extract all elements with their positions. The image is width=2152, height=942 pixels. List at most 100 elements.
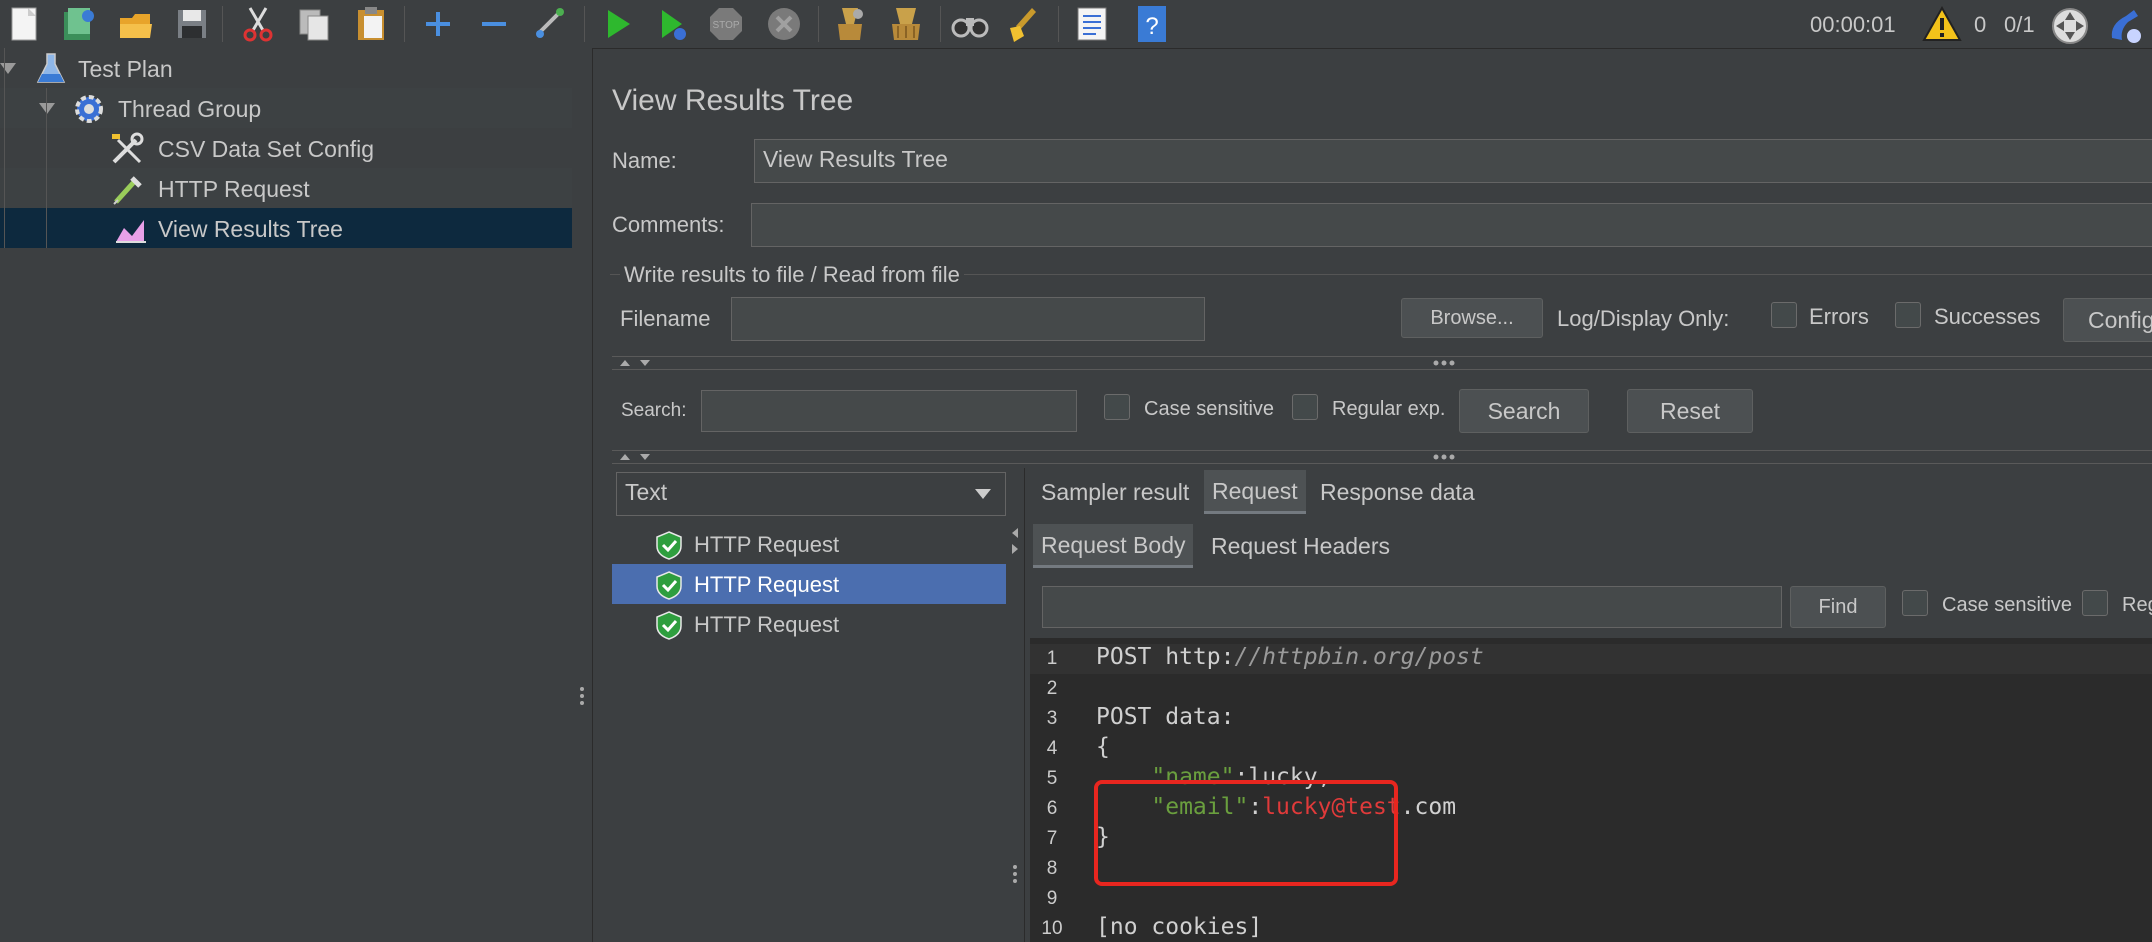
tree-item-thread-group[interactable]: Thread Group	[0, 88, 572, 128]
find-input[interactable]	[1042, 586, 1782, 628]
find-button[interactable]: Find	[1790, 586, 1886, 628]
templates-icon[interactable]	[58, 4, 98, 44]
tab-request-body[interactable]: Request Body	[1033, 524, 1194, 568]
remote-icon[interactable]	[2050, 6, 2090, 52]
regex-checkbox[interactable]	[1292, 394, 1318, 420]
paste-icon[interactable]	[352, 4, 392, 44]
code-line: POST http://httpbin.org/post	[1096, 644, 1484, 670]
result-item-selected[interactable]: HTTP Request	[612, 564, 1006, 604]
reset-button[interactable]: Reset	[1627, 389, 1753, 433]
find-case-sensitive-label: Case sensitive	[1942, 594, 2073, 616]
toolbar: STOP ? 00:00:01 0 0/1	[0, 0, 2152, 49]
tab-request-headers[interactable]: Request Headers	[1203, 524, 1398, 568]
view-results-tree-panel: View Results Tree Name: View Results Tre…	[593, 48, 2152, 942]
tree-item-view-results-tree[interactable]: View Results Tree	[0, 208, 572, 248]
result-item[interactable]: HTTP Request	[612, 524, 1006, 564]
case-sensitive-checkbox[interactable]	[1104, 394, 1130, 420]
renderer-select[interactable]: Text	[616, 472, 1006, 516]
graph-icon	[114, 214, 148, 252]
results-splitter[interactable]	[1006, 468, 1025, 942]
horizontal-splitter[interactable]	[612, 356, 2152, 370]
clear-all-icon[interactable]	[886, 4, 926, 44]
tab-response-data[interactable]: Response data	[1312, 470, 1483, 514]
copy-icon[interactable]	[294, 4, 334, 44]
find-regex-label: Reg	[2122, 594, 2152, 616]
vertical-splitter[interactable]	[572, 48, 593, 942]
result-item[interactable]: HTTP Request	[612, 604, 1006, 644]
configure-button[interactable]: Config	[2063, 298, 2152, 342]
chevron-down-icon[interactable]	[0, 63, 16, 74]
name-label: Name:	[612, 148, 677, 173]
line-number: 6	[1046, 798, 1058, 819]
request-body-editor[interactable]: 1 POST http://httpbin.org/post 2 3 POST …	[1030, 638, 2152, 942]
save-icon[interactable]	[172, 4, 212, 44]
reset-search-icon[interactable]	[1006, 4, 1046, 44]
new-icon[interactable]	[4, 4, 44, 44]
tree-item-label: HTTP Request	[158, 176, 310, 202]
tree-item-label: Test Plan	[78, 56, 173, 82]
find-case-sensitive-checkbox[interactable]	[1902, 590, 1928, 616]
start-icon[interactable]	[598, 4, 638, 44]
function-helper-icon[interactable]	[1072, 4, 1112, 44]
clear-icon[interactable]	[830, 4, 870, 44]
search-input[interactable]	[701, 390, 1077, 432]
line-number: 2	[1046, 678, 1058, 699]
search-button[interactable]: Search	[1459, 389, 1589, 433]
success-shield-icon	[656, 571, 682, 600]
chevron-down-icon[interactable]	[39, 103, 55, 114]
help-icon[interactable]: ?	[1132, 4, 1172, 44]
code-line: POST data:	[1096, 704, 1235, 730]
tree-guide	[4, 48, 5, 248]
success-shield-icon	[656, 531, 682, 560]
tree-item-label: View Results Tree	[158, 216, 343, 242]
open-icon[interactable]	[116, 4, 156, 44]
renderer-value: Text	[625, 479, 668, 505]
tab-request[interactable]: Request	[1204, 470, 1306, 514]
elapsed-time: 00:00:01	[1810, 12, 1896, 37]
errors-label: Errors	[1809, 304, 1869, 329]
tree-item-label: Thread Group	[118, 96, 262, 122]
comments-input[interactable]	[751, 203, 2152, 247]
log-display-only-label: Log/Display Only:	[1557, 306, 1730, 331]
tree-item-csv-data-set-config[interactable]: CSV Data Set Config	[0, 128, 572, 168]
svg-text:?: ?	[1145, 13, 1158, 40]
pipette-icon	[110, 172, 144, 212]
filename-input[interactable]	[731, 297, 1205, 341]
expand-icon[interactable]	[418, 4, 458, 44]
browse-button[interactable]: Browse...	[1401, 298, 1543, 338]
code-line: [no cookies]	[1096, 914, 1263, 940]
warning-count: 0	[1974, 12, 1987, 37]
name-input[interactable]: View Results Tree	[754, 139, 2152, 183]
page-title: View Results Tree	[612, 84, 854, 117]
tab-sampler-result[interactable]: Sampler result	[1033, 470, 1197, 514]
find-regex-checkbox[interactable]	[2082, 590, 2108, 616]
case-sensitive-label: Case sensitive	[1144, 398, 1275, 420]
comments-label: Comments:	[612, 212, 725, 237]
cut-icon[interactable]	[238, 4, 278, 44]
log-viewer-icon[interactable]	[2104, 6, 2144, 52]
successes-label: Successes	[1934, 304, 2041, 329]
active-threads: 0/1	[2004, 12, 2035, 37]
shutdown-icon[interactable]	[764, 4, 804, 44]
regex-label: Regular exp.	[1332, 398, 1446, 420]
search-label: Search:	[621, 400, 687, 421]
tree-guide	[46, 88, 47, 248]
toggle-icon[interactable]	[530, 4, 570, 44]
horizontal-splitter[interactable]	[612, 450, 2152, 464]
tree-item-http-request[interactable]: HTTP Request	[0, 168, 572, 208]
filename-label: Filename	[620, 306, 711, 331]
code-line: {	[1096, 734, 1110, 760]
line-number: 10	[1041, 918, 1063, 939]
collapse-icon[interactable]	[474, 4, 514, 44]
success-shield-icon	[656, 611, 682, 640]
search-icon[interactable]	[950, 4, 990, 44]
tree-item-test-plan[interactable]: Test Plan	[0, 48, 572, 88]
wrench-screwdriver-icon	[110, 132, 144, 172]
stop-icon[interactable]: STOP	[706, 4, 746, 44]
tree-item-label: CSV Data Set Config	[158, 136, 375, 162]
chevron-down-icon	[975, 489, 991, 499]
successes-checkbox[interactable]	[1895, 302, 1921, 328]
start-no-pauses-icon[interactable]	[652, 4, 692, 44]
errors-checkbox[interactable]	[1771, 302, 1797, 328]
results-list: HTTP Request HTTP Request HTTP Request	[612, 520, 1007, 942]
